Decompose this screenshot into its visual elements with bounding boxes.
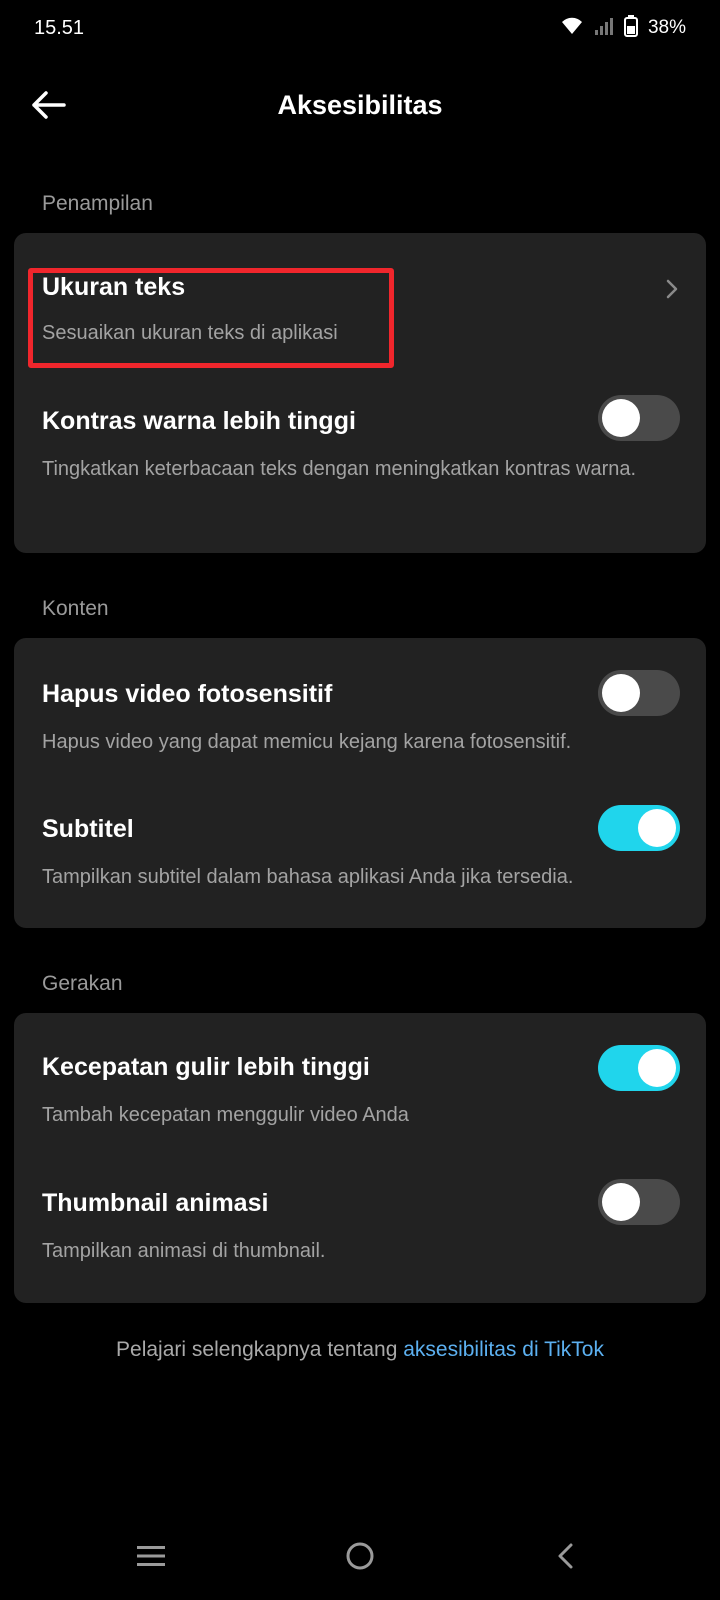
menu-icon xyxy=(137,1546,165,1566)
accessibility-link[interactable]: aksesibilitas di TikTok xyxy=(403,1338,604,1361)
subtitles-subtitle: Tampilkan subtitel dalam bahasa aplikasi… xyxy=(42,866,574,888)
subtitles-toggle[interactable] xyxy=(598,805,680,851)
text-size-subtitle: Sesuaikan ukuran teks di aplikasi xyxy=(42,322,338,344)
section-label-motion: Gerakan xyxy=(42,972,123,995)
scroll-speed-row: Kecepatan gulir lebih tinggi Tambah kece… xyxy=(14,1013,706,1153)
animated-thumbnail-title: Thumbnail animasi xyxy=(42,1189,269,1217)
contrast-subtitle: Tingkatkan keterbacaan teks dengan menin… xyxy=(42,458,637,480)
nav-back-icon xyxy=(558,1543,573,1569)
photosensitive-toggle[interactable] xyxy=(598,670,680,716)
toggle-knob xyxy=(602,674,640,712)
screen: 15.51 38% Aksesibilitas Penampilan Ukura… xyxy=(0,0,720,1600)
home-circle-icon xyxy=(346,1542,374,1570)
card-content: Hapus video fotosensitif Hapus video yan… xyxy=(14,638,706,928)
battery-percent: 38% xyxy=(647,17,686,38)
photosensitive-row: Hapus video fotosensitif Hapus video yan… xyxy=(14,638,706,778)
status-icons: 38% xyxy=(560,14,686,42)
page-title: Aksesibilitas xyxy=(277,89,443,120)
status-bar: 15.51 38% xyxy=(0,0,720,56)
animated-thumbnail-toggle[interactable] xyxy=(598,1179,680,1225)
toggle-knob xyxy=(602,1183,640,1221)
card-motion: Kecepatan gulir lebih tinggi Tambah kece… xyxy=(14,1013,706,1303)
footer-prefix: Pelajari selengkapnya tentang xyxy=(116,1338,404,1361)
section-label-display: Penampilan xyxy=(42,192,153,215)
nav-menu-button[interactable] xyxy=(127,1532,175,1580)
toggle-knob xyxy=(602,399,640,437)
status-time: 15.51 xyxy=(34,16,85,39)
contrast-toggle[interactable] xyxy=(598,395,680,441)
back-button[interactable] xyxy=(26,83,70,127)
subtitles-title: Subtitel xyxy=(42,815,134,843)
contrast-row: Kontras warna lebih tinggi Tingkatkan ke… xyxy=(14,363,706,553)
chevron-right-icon xyxy=(666,279,678,299)
animated-thumbnail-row: Thumbnail animasi Tampilkan animasi di t… xyxy=(14,1153,706,1303)
photosensitive-subtitle: Hapus video yang dapat memicu kejang kar… xyxy=(42,731,572,753)
nav-home-button[interactable] xyxy=(336,1532,384,1580)
contrast-title: Kontras warna lebih tinggi xyxy=(42,407,356,435)
header: Aksesibilitas xyxy=(0,70,720,140)
animated-thumbnail-subtitle: Tampilkan animasi di thumbnail. xyxy=(42,1240,326,1262)
toggle-knob xyxy=(638,809,676,847)
scroll-speed-title: Kecepatan gulir lebih tinggi xyxy=(42,1053,370,1081)
scroll-speed-toggle[interactable] xyxy=(598,1045,680,1091)
nav-bar xyxy=(0,1510,720,1600)
card-display: Ukuran teks Sesuaikan ukuran teks di apl… xyxy=(14,233,706,553)
signal-icon xyxy=(594,16,614,41)
text-size-title: Ukuran teks xyxy=(42,273,186,301)
nav-back-button[interactable] xyxy=(542,1532,590,1580)
battery-icon xyxy=(623,14,638,42)
subtitles-row: Subtitel Tampilkan subtitel dalam bahasa… xyxy=(14,778,706,928)
toggle-knob xyxy=(638,1049,676,1087)
arrow-left-icon xyxy=(32,91,66,119)
photosensitive-title: Hapus video fotosensitif xyxy=(42,680,333,708)
wifi-icon xyxy=(560,16,584,41)
footer-text: Pelajari selengkapnya tentang aksesibili… xyxy=(0,1338,720,1362)
text-size-row[interactable]: Ukuran teks Sesuaikan ukuran teks di apl… xyxy=(14,233,706,363)
section-label-content: Konten xyxy=(42,597,109,620)
scroll-speed-subtitle: Tambah kecepatan menggulir video Anda xyxy=(42,1104,409,1126)
